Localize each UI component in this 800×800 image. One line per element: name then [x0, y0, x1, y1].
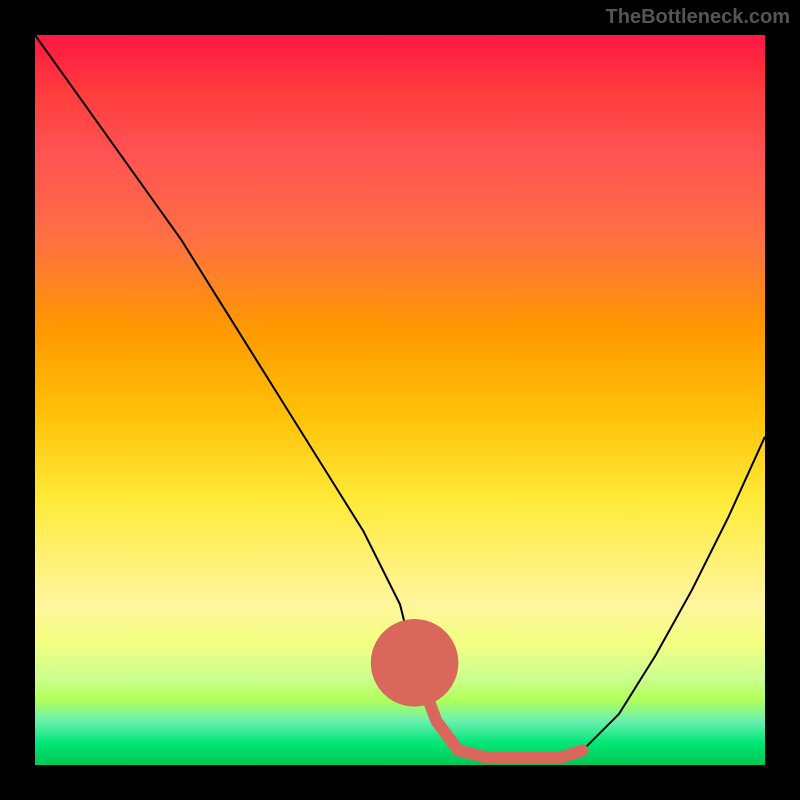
- chart-svg: [35, 35, 765, 765]
- chart-plot-area: [35, 35, 765, 765]
- highlight-dot: [371, 619, 459, 707]
- watermark-text: TheBottleneck.com: [606, 6, 790, 29]
